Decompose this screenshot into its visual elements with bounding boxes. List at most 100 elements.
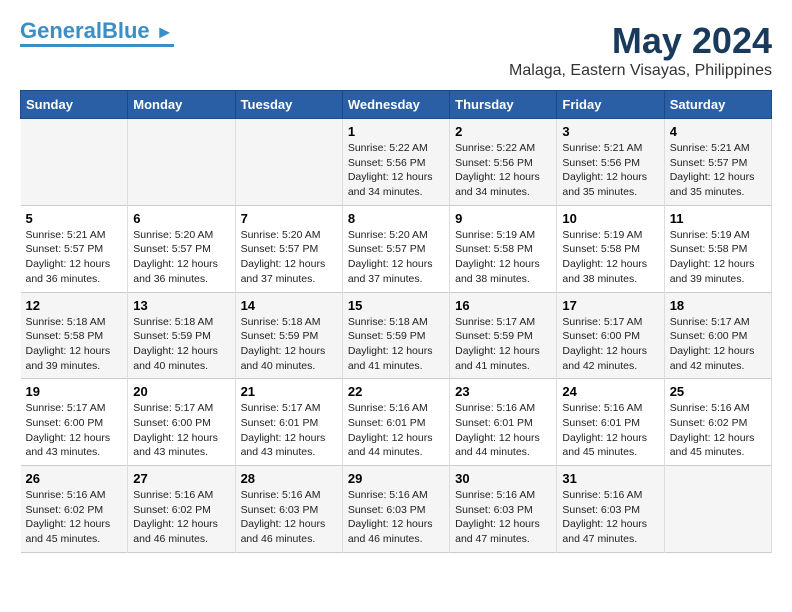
day-number: 30	[455, 471, 551, 486]
day-cell: 18Sunrise: 5:17 AM Sunset: 6:00 PM Dayli…	[664, 292, 771, 379]
day-info: Sunrise: 5:20 AM Sunset: 5:57 PM Dayligh…	[348, 228, 444, 287]
week-row-2: 5 Sunrise: 5:21 AM Sunset: 5:57 PM Daylig…	[21, 205, 772, 292]
week-row-4: 19 Sunrise: 5:17 AM Sunset: 6:00 PM Dayli…	[21, 379, 772, 466]
day-info: Sunrise: 5:18 AM Sunset: 5:59 PM Dayligh…	[348, 315, 444, 374]
day-cell: 26Sunrise: 5:16 AM Sunset: 6:02 PM Dayli…	[21, 466, 128, 553]
day-info: Sunrise: 5:16 AM Sunset: 6:01 PM Dayligh…	[348, 401, 444, 460]
day-cell	[664, 466, 771, 553]
day-info: Sunrise: 5:20 AM Sunset: 5:57 PM Dayligh…	[241, 228, 337, 287]
day-cell: 27 Sunrise: 5:16 AM Sunset: 6:02 PM Dayli…	[128, 466, 235, 553]
day-cell: 30Sunrise: 5:16 AM Sunset: 6:03 PM Dayli…	[450, 466, 557, 553]
day-cell: 25Sunrise: 5:16 AM Sunset: 6:02 PM Dayli…	[664, 379, 771, 466]
day-cell: 31Sunrise: 5:16 AM Sunset: 6:03 PM Dayli…	[557, 466, 664, 553]
day-number: 12	[26, 298, 123, 313]
week-row-3: 12 Sunrise: 5:18 AM Sunset: 5:58 PM Dayli…	[21, 292, 772, 379]
day-number: 11	[670, 211, 766, 226]
day-cell: 29Sunrise: 5:16 AM Sunset: 6:03 PM Dayli…	[342, 466, 449, 553]
day-info: Sunrise: 5:20 AM Sunset: 5:57 PM Dayligh…	[133, 228, 229, 287]
day-cell: 20 Sunrise: 5:17 AM Sunset: 6:00 PM Dayli…	[128, 379, 235, 466]
logo-icon: ►	[156, 22, 174, 42]
day-cell: 24 Sunrise: 5:16 AM Sunset: 6:01 PM Dayli…	[557, 379, 664, 466]
day-info: Sunrise: 5:18 AM Sunset: 5:59 PM Dayligh…	[133, 315, 229, 374]
day-cell	[21, 119, 128, 206]
day-number: 15	[348, 298, 444, 313]
day-number: 9	[455, 211, 551, 226]
day-cell: 13 Sunrise: 5:18 AM Sunset: 5:59 PM Dayli…	[128, 292, 235, 379]
day-number: 19	[26, 384, 123, 399]
day-info: Sunrise: 5:22 AM Sunset: 5:56 PM Dayligh…	[348, 141, 444, 200]
day-cell: 22Sunrise: 5:16 AM Sunset: 6:01 PM Dayli…	[342, 379, 449, 466]
header-cell-sunday: Sunday	[21, 91, 128, 119]
header-cell-tuesday: Tuesday	[235, 91, 342, 119]
header-cell-friday: Friday	[557, 91, 664, 119]
logo-general: General	[20, 18, 102, 43]
day-info: Sunrise: 5:21 AM Sunset: 5:56 PM Dayligh…	[562, 141, 658, 200]
header-row: SundayMondayTuesdayWednesdayThursdayFrid…	[21, 91, 772, 119]
logo-blue: Blue	[102, 18, 150, 43]
day-info: Sunrise: 5:19 AM Sunset: 5:58 PM Dayligh…	[562, 228, 658, 287]
day-cell: 8 Sunrise: 5:20 AM Sunset: 5:57 PM Daylig…	[342, 205, 449, 292]
day-number: 13	[133, 298, 229, 313]
day-info: Sunrise: 5:19 AM Sunset: 5:58 PM Dayligh…	[670, 228, 766, 287]
day-number: 4	[670, 124, 766, 139]
day-info: Sunrise: 5:17 AM Sunset: 6:00 PM Dayligh…	[670, 315, 766, 374]
day-cell	[235, 119, 342, 206]
week-row-5: 26Sunrise: 5:16 AM Sunset: 6:02 PM Dayli…	[21, 466, 772, 553]
day-number: 23	[455, 384, 551, 399]
day-number: 20	[133, 384, 229, 399]
day-cell: 28 Sunrise: 5:16 AM Sunset: 6:03 PM Dayli…	[235, 466, 342, 553]
day-cell: 9Sunrise: 5:19 AM Sunset: 5:58 PM Daylig…	[450, 205, 557, 292]
day-cell: 10 Sunrise: 5:19 AM Sunset: 5:58 PM Dayli…	[557, 205, 664, 292]
day-info: Sunrise: 5:22 AM Sunset: 5:56 PM Dayligh…	[455, 141, 551, 200]
day-info: Sunrise: 5:16 AM Sunset: 6:02 PM Dayligh…	[670, 401, 766, 460]
day-cell: 12 Sunrise: 5:18 AM Sunset: 5:58 PM Dayli…	[21, 292, 128, 379]
day-info: Sunrise: 5:18 AM Sunset: 5:59 PM Dayligh…	[241, 315, 337, 374]
day-cell: 21 Sunrise: 5:17 AM Sunset: 6:01 PM Dayli…	[235, 379, 342, 466]
day-info: Sunrise: 5:16 AM Sunset: 6:02 PM Dayligh…	[133, 488, 229, 547]
calendar-subtitle: Malaga, Eastern Visayas, Philippines	[509, 62, 772, 80]
day-number: 24	[562, 384, 658, 399]
day-cell: 17Sunrise: 5:17 AM Sunset: 6:00 PM Dayli…	[557, 292, 664, 379]
header-cell-wednesday: Wednesday	[342, 91, 449, 119]
day-info: Sunrise: 5:17 AM Sunset: 6:00 PM Dayligh…	[133, 401, 229, 460]
day-number: 28	[241, 471, 337, 486]
day-cell: 7 Sunrise: 5:20 AM Sunset: 5:57 PM Daylig…	[235, 205, 342, 292]
day-cell: 23Sunrise: 5:16 AM Sunset: 6:01 PM Dayli…	[450, 379, 557, 466]
day-number: 27	[133, 471, 229, 486]
day-info: Sunrise: 5:17 AM Sunset: 6:00 PM Dayligh…	[26, 401, 123, 460]
day-cell: 1 Sunrise: 5:22 AM Sunset: 5:56 PM Daylig…	[342, 119, 449, 206]
logo-underline	[20, 44, 174, 47]
calendar-table: SundayMondayTuesdayWednesdayThursdayFrid…	[20, 90, 772, 553]
day-cell: 16 Sunrise: 5:17 AM Sunset: 5:59 PM Dayli…	[450, 292, 557, 379]
day-info: Sunrise: 5:17 AM Sunset: 6:01 PM Dayligh…	[241, 401, 337, 460]
week-row-1: 1 Sunrise: 5:22 AM Sunset: 5:56 PM Daylig…	[21, 119, 772, 206]
day-number: 21	[241, 384, 337, 399]
day-info: Sunrise: 5:21 AM Sunset: 5:57 PM Dayligh…	[670, 141, 766, 200]
day-info: Sunrise: 5:16 AM Sunset: 6:03 PM Dayligh…	[241, 488, 337, 547]
day-number: 7	[241, 211, 337, 226]
day-cell: 3 Sunrise: 5:21 AM Sunset: 5:56 PM Daylig…	[557, 119, 664, 206]
day-number: 8	[348, 211, 444, 226]
day-cell: 14 Sunrise: 5:18 AM Sunset: 5:59 PM Dayli…	[235, 292, 342, 379]
day-number: 3	[562, 124, 658, 139]
day-info: Sunrise: 5:21 AM Sunset: 5:57 PM Dayligh…	[26, 228, 123, 287]
day-info: Sunrise: 5:16 AM Sunset: 6:01 PM Dayligh…	[562, 401, 658, 460]
calendar-title: May 2024	[509, 20, 772, 62]
day-cell: 5 Sunrise: 5:21 AM Sunset: 5:57 PM Daylig…	[21, 205, 128, 292]
day-cell: 11 Sunrise: 5:19 AM Sunset: 5:58 PM Dayli…	[664, 205, 771, 292]
day-number: 1	[348, 124, 444, 139]
day-cell: 2Sunrise: 5:22 AM Sunset: 5:56 PM Daylig…	[450, 119, 557, 206]
day-info: Sunrise: 5:18 AM Sunset: 5:58 PM Dayligh…	[26, 315, 123, 374]
logo: GeneralBlue ►	[20, 20, 174, 47]
day-number: 14	[241, 298, 337, 313]
day-number: 10	[562, 211, 658, 226]
day-number: 6	[133, 211, 229, 226]
day-cell: 19 Sunrise: 5:17 AM Sunset: 6:00 PM Dayli…	[21, 379, 128, 466]
day-number: 29	[348, 471, 444, 486]
day-number: 16	[455, 298, 551, 313]
day-info: Sunrise: 5:17 AM Sunset: 5:59 PM Dayligh…	[455, 315, 551, 374]
day-cell: 15 Sunrise: 5:18 AM Sunset: 5:59 PM Dayli…	[342, 292, 449, 379]
day-number: 31	[562, 471, 658, 486]
day-number: 5	[26, 211, 123, 226]
day-cell	[128, 119, 235, 206]
